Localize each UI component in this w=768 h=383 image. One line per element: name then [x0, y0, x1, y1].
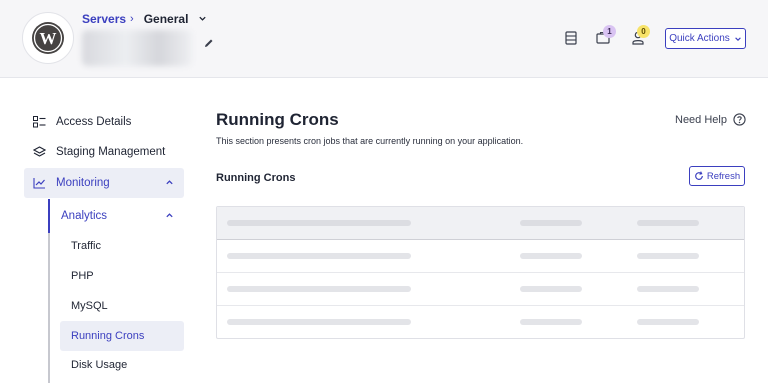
skeleton-placeholder [227, 319, 411, 325]
quick-actions-button[interactable]: Quick Actions [665, 28, 746, 49]
table-row [217, 306, 744, 338]
wordpress-logo[interactable]: W [22, 12, 74, 64]
sidebar-item-disk-usage[interactable]: Disk Usage [60, 350, 184, 380]
skeleton-placeholder [520, 319, 582, 325]
page-description: This section presents cron jobs that are… [216, 136, 524, 146]
users-badge: 0 [637, 25, 650, 38]
skeleton-placeholder [520, 253, 582, 259]
sidebar-item-label: Traffic [71, 240, 101, 252]
need-help-link[interactable]: Need Help [675, 113, 746, 126]
sidebar-item-running-crons[interactable]: Running Crons [60, 321, 184, 351]
table-header-loading [217, 207, 744, 240]
chart-line-icon [32, 177, 46, 189]
skeleton-placeholder [227, 220, 411, 226]
skeleton-placeholder [227, 286, 411, 292]
refresh-label: Refresh [706, 170, 741, 182]
skeleton-placeholder [637, 220, 699, 226]
table-row [217, 273, 744, 306]
sidebar-subgroup-analytics[interactable]: Analytics [48, 201, 184, 231]
question-circle-icon [733, 113, 746, 126]
skeleton-placeholder [637, 253, 699, 259]
top-header: W Servers › General 1 0 Quick Actions [0, 0, 768, 78]
sidebar-item-label: Access Details [56, 116, 132, 128]
sidebar-item-label: Staging Management [56, 146, 166, 158]
skeleton-placeholder [637, 286, 699, 292]
skeleton-placeholder [637, 319, 699, 325]
chevron-up-icon [165, 211, 174, 223]
section-title: Running Crons [216, 172, 296, 184]
notifications-badge: 1 [603, 25, 616, 38]
refresh-button[interactable]: Refresh [689, 166, 745, 186]
table-row [217, 240, 744, 273]
need-help-label: Need Help [675, 113, 727, 126]
sidebar-item-label: Monitoring [56, 177, 110, 189]
skeleton-placeholder [520, 220, 582, 226]
skeleton-placeholder [520, 286, 582, 292]
chevron-down-icon [735, 36, 741, 41]
wordpress-icon: W [32, 22, 64, 54]
breadcrumb-servers-link[interactable]: Servers [82, 12, 126, 26]
sidebar: Access Details Staging Management Monito… [0, 78, 200, 383]
chevron-down-icon[interactable] [198, 12, 207, 26]
sidebar-item-php[interactable]: PHP [60, 261, 184, 291]
sidebar-item-mysql[interactable]: MySQL [60, 291, 184, 321]
chevron-up-icon [165, 178, 174, 190]
pencil-icon[interactable] [204, 35, 214, 53]
breadcrumb-separator: › [130, 13, 134, 25]
sidebar-item-label: MySQL [71, 300, 108, 312]
refresh-icon [694, 171, 703, 180]
svg-text:W: W [40, 29, 57, 48]
sidebar-item-traffic[interactable]: Traffic [60, 231, 184, 261]
sidebar-subgroup-label: Analytics [61, 210, 108, 222]
breadcrumb: Servers › General [82, 12, 207, 26]
sidebar-item-label: Disk Usage [71, 359, 128, 371]
server-icon[interactable] [565, 31, 577, 50]
layers-icon [32, 146, 46, 158]
breadcrumb-current[interactable]: General [144, 12, 189, 26]
sidebar-item-staging-management[interactable]: Staging Management [24, 137, 184, 167]
sidebar-item-monitoring[interactable]: Monitoring [24, 168, 184, 198]
page-title: Running Crons [216, 110, 339, 129]
crons-table [216, 206, 745, 339]
skeleton-placeholder [227, 253, 411, 259]
sidebar-item-label: PHP [71, 270, 94, 282]
sidebar-item-access-details[interactable]: Access Details [24, 107, 184, 137]
application-name-redacted [82, 30, 192, 66]
sidebar-item-label: Running Crons [71, 330, 145, 342]
list-icon [32, 116, 46, 128]
quick-actions-label: Quick Actions [669, 33, 730, 44]
